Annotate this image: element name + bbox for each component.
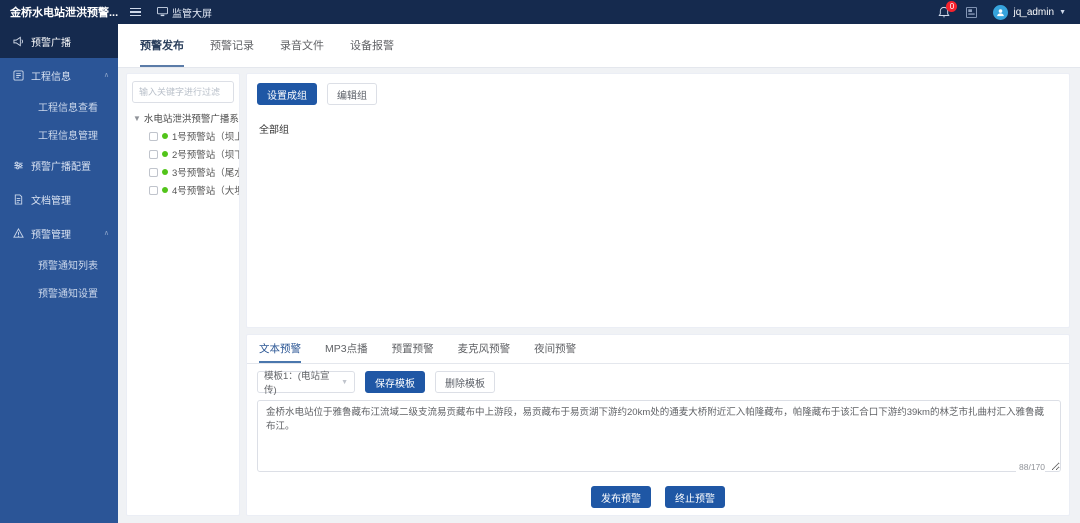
station-online-dot bbox=[162, 151, 168, 157]
group-toolbar: 设置成组 编辑组 bbox=[247, 74, 1069, 105]
chevron-up-icon: ∧ bbox=[104, 71, 109, 79]
user-menu[interactable]: jq_admin ▼ bbox=[993, 5, 1066, 20]
warning-text-input[interactable]: 金桥水电站位于雅鲁藏布江流域二级支流易贡藏布中上游段，易贡藏布于易贡湖下游约20… bbox=[257, 400, 1061, 472]
tree-root-label: 水电站泄洪预警广播系... bbox=[144, 111, 239, 125]
station-label: 1号预警站（坝上 bbox=[172, 129, 239, 143]
warning-tabbar: 文本预警 MP3点播 预置预警 麦克风预警 夜间预警 bbox=[247, 335, 1069, 364]
tab-text-warning[interactable]: 文本预警 bbox=[259, 335, 301, 363]
sidebar-item-document-manage[interactable]: 文档管理 bbox=[0, 182, 118, 216]
station-online-dot bbox=[162, 169, 168, 175]
tab-device-alarms[interactable]: 设备报警 bbox=[350, 24, 394, 67]
main-tabbar: 预警发布 预警记录 录音文件 设备报警 bbox=[118, 24, 1080, 68]
station-checkbox[interactable] bbox=[149, 168, 158, 177]
app-header: 金桥水电站泄洪预警... 监管大屏 0 jq_admin ▼ bbox=[0, 0, 1080, 24]
sidebar-item-label: 预警广播 bbox=[31, 34, 71, 49]
tab-label: 预置预警 bbox=[392, 341, 434, 356]
publish-warning-button[interactable]: 发布预警 bbox=[591, 486, 651, 508]
station-label: 3号预警站（尾水 bbox=[172, 165, 239, 179]
tab-label: 录音文件 bbox=[280, 37, 324, 53]
warning-text-area-wrap: 金桥水电站位于雅鲁藏布江流域二级支流易贡藏布中上游段，易贡藏布于易贡湖下游约20… bbox=[257, 400, 1059, 477]
sidebar-subitem-label: 预警通知设置 bbox=[38, 285, 98, 300]
tab-label: 预警记录 bbox=[210, 37, 254, 53]
monitor-screen-link[interactable]: 监管大屏 bbox=[157, 5, 212, 20]
station-checkbox[interactable] bbox=[149, 132, 158, 141]
warning-actions: 发布预警 终止预警 bbox=[247, 486, 1069, 508]
monitor-label: 监管大屏 bbox=[172, 5, 212, 20]
warning-manage-icon bbox=[13, 228, 24, 239]
tab-label: 设备报警 bbox=[350, 37, 394, 53]
sidebar-subitem-label: 工程信息管理 bbox=[38, 127, 98, 142]
notification-badge: 0 bbox=[946, 1, 957, 12]
station-tree-panel: ▼ 水电站泄洪预警广播系... 1号预警站（坝上 2号预警站（坝下 3号预警站（… bbox=[126, 73, 240, 516]
tab-recording-files[interactable]: 录音文件 bbox=[280, 24, 324, 67]
sidebar: 预警广播 工程信息 ∧ 工程信息查看 工程信息管理 预警广播配置 文档管理 预警… bbox=[0, 24, 118, 523]
sidebar-item-project-info-manage[interactable]: 工程信息管理 bbox=[0, 120, 118, 148]
notification-bell-button[interactable]: 0 bbox=[938, 6, 950, 19]
sidebar-subitem-label: 工程信息查看 bbox=[38, 99, 98, 114]
tab-night-warning[interactable]: 夜间预警 bbox=[534, 335, 576, 363]
tab-preset-warning[interactable]: 预置预警 bbox=[392, 335, 434, 363]
tree-item-station-1[interactable]: 1号预警站（坝上 bbox=[127, 127, 239, 145]
avatar bbox=[993, 5, 1008, 20]
tab-label: 预警发布 bbox=[140, 37, 184, 53]
template-toolbar: 模板1：(电站宣传) ▼ 保存模板 删除模板 bbox=[247, 364, 1069, 393]
broadcast-icon bbox=[13, 36, 24, 47]
tab-warning-records[interactable]: 预警记录 bbox=[210, 24, 254, 67]
tab-label: 文本预警 bbox=[259, 341, 301, 356]
station-checkbox[interactable] bbox=[149, 150, 158, 159]
all-group-label: 全部组 bbox=[247, 105, 1069, 136]
tree-filter-input[interactable] bbox=[132, 81, 234, 103]
station-label: 2号预警站（坝下 bbox=[172, 147, 239, 161]
tab-label: 麦克风预警 bbox=[458, 341, 511, 356]
document-icon bbox=[13, 194, 24, 205]
save-template-button[interactable]: 保存模板 bbox=[365, 371, 425, 393]
sidebar-item-label: 工程信息 bbox=[31, 68, 71, 83]
station-online-dot bbox=[162, 187, 168, 193]
group-panel: 设置成组 编辑组 全部组 bbox=[246, 73, 1070, 328]
monitor-icon bbox=[157, 7, 168, 17]
sidebar-subitem-label: 预警通知列表 bbox=[38, 257, 98, 272]
fullscreen-icon[interactable] bbox=[966, 7, 977, 18]
sidebar-item-warning-notice-settings[interactable]: 预警通知设置 bbox=[0, 278, 118, 306]
menu-collapse-icon[interactable] bbox=[130, 8, 141, 17]
tree-root-node[interactable]: ▼ 水电站泄洪预警广播系... bbox=[127, 109, 239, 127]
tree-item-station-2[interactable]: 2号预警站（坝下 bbox=[127, 145, 239, 163]
stop-warning-button[interactable]: 终止预警 bbox=[665, 486, 725, 508]
sidebar-item-warning-manage[interactable]: 预警管理 ∧ bbox=[0, 216, 118, 250]
tab-mp3-play[interactable]: MP3点播 bbox=[325, 335, 368, 363]
broadcast-config-icon bbox=[13, 160, 24, 171]
sidebar-item-label: 预警广播配置 bbox=[31, 158, 91, 173]
chevron-up-icon: ∧ bbox=[104, 229, 109, 237]
sidebar-item-label: 预警管理 bbox=[31, 226, 71, 241]
username: jq_admin bbox=[1013, 7, 1054, 18]
char-counter: 88/170 bbox=[1016, 462, 1045, 472]
delete-template-button[interactable]: 删除模板 bbox=[435, 371, 495, 393]
tab-label: MP3点播 bbox=[325, 341, 368, 356]
tab-label: 夜间预警 bbox=[534, 341, 576, 356]
sidebar-item-warning-notice-list[interactable]: 预警通知列表 bbox=[0, 250, 118, 278]
set-group-button[interactable]: 设置成组 bbox=[257, 83, 317, 105]
tree-item-station-4[interactable]: 4号预警站（大坝 bbox=[127, 181, 239, 199]
app-title: 金桥水电站泄洪预警... bbox=[0, 4, 118, 20]
chevron-down-icon: ▼ bbox=[1059, 9, 1066, 16]
edit-group-button[interactable]: 编辑组 bbox=[327, 83, 377, 105]
project-info-icon bbox=[13, 70, 24, 81]
tab-warning-publish[interactable]: 预警发布 bbox=[140, 24, 184, 67]
sidebar-item-project-info-view[interactable]: 工程信息查看 bbox=[0, 92, 118, 120]
tree-expand-caret-icon[interactable]: ▼ bbox=[133, 114, 141, 123]
station-online-dot bbox=[162, 133, 168, 139]
tab-microphone-warning[interactable]: 麦克风预警 bbox=[458, 335, 511, 363]
warning-panel: 文本预警 MP3点播 预置预警 麦克风预警 夜间预警 模板1：(电站宣传) ▼ … bbox=[246, 334, 1070, 516]
template-select[interactable]: 模板1：(电站宣传) ▼ bbox=[257, 371, 355, 393]
station-checkbox[interactable] bbox=[149, 186, 158, 195]
chevron-down-icon: ▼ bbox=[341, 379, 348, 386]
sidebar-item-broadcast-config[interactable]: 预警广播配置 bbox=[0, 148, 118, 182]
sidebar-item-label: 文档管理 bbox=[31, 192, 71, 207]
template-select-value: 模板1：(电站宣传) bbox=[264, 368, 341, 396]
tree-item-station-3[interactable]: 3号预警站（尾水 bbox=[127, 163, 239, 181]
station-label: 4号预警站（大坝 bbox=[172, 183, 239, 197]
sidebar-item-warning-broadcast[interactable]: 预警广播 bbox=[0, 24, 118, 58]
sidebar-item-project-info[interactable]: 工程信息 ∧ bbox=[0, 58, 118, 92]
